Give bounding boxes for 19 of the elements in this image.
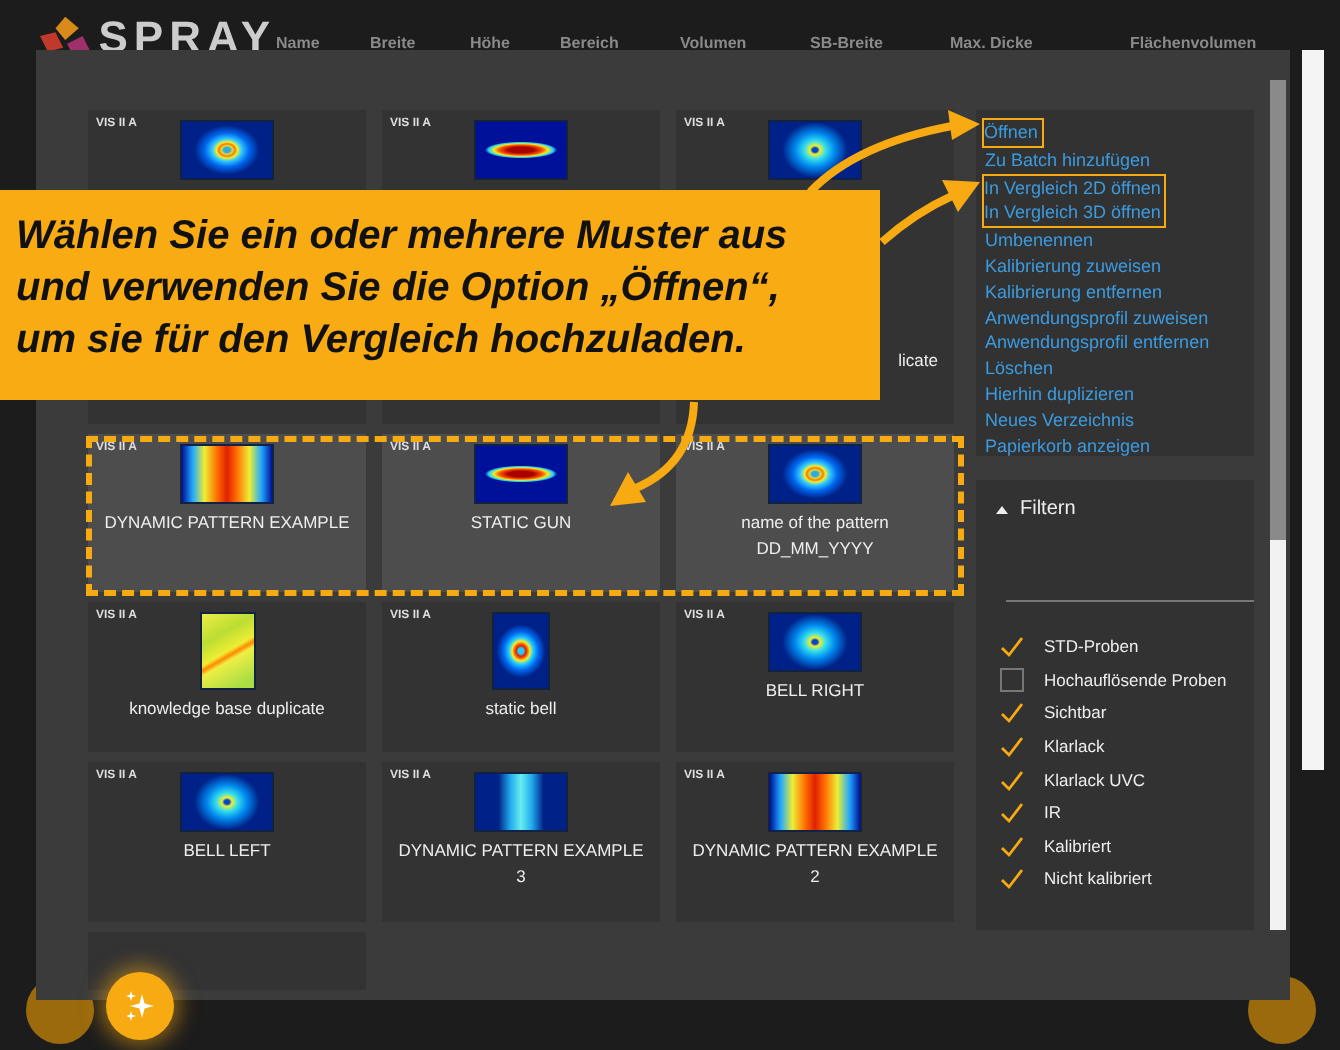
pattern-name: name of the pattern DD_MM_YYYY (741, 510, 889, 562)
filter-option: Klarlack UVC (1044, 769, 1146, 790)
pattern-name: knowledge base duplicate (129, 696, 325, 722)
filter-option: Sichtbar (1044, 702, 1107, 723)
pattern-name: DYNAMIC PATTERN EXAMPLE (104, 510, 350, 536)
callout-tooltip: Wählen Sie ein oder mehrere Muster aus und verwenden Sie die Option „Öffnen“, um sie für den Vergleich hochzuladen. (0, 190, 880, 400)
filter-option: Hochauflösende Proben (1044, 669, 1227, 690)
pattern-name: DYNAMIC PATTERN EXAMPLE 3 (398, 838, 644, 890)
pattern-name: static bell (485, 696, 557, 722)
filter-option: Klarlack (1044, 736, 1105, 757)
pattern-name: DYNAMIC PATTERN EXAMPLE 2 (692, 838, 938, 890)
pattern-name: STATIC GUN (470, 510, 572, 536)
pattern-name: BELL LEFT (183, 838, 271, 864)
filter-option: IR (1044, 802, 1061, 823)
filter-option: STD-Proben (1044, 636, 1139, 657)
pattern-name: BELL RIGHT (765, 678, 865, 704)
filter-option: Nicht kalibriert (1044, 868, 1152, 889)
pattern-name: licate (898, 348, 940, 374)
filter-option: Kalibriert (1044, 835, 1112, 856)
